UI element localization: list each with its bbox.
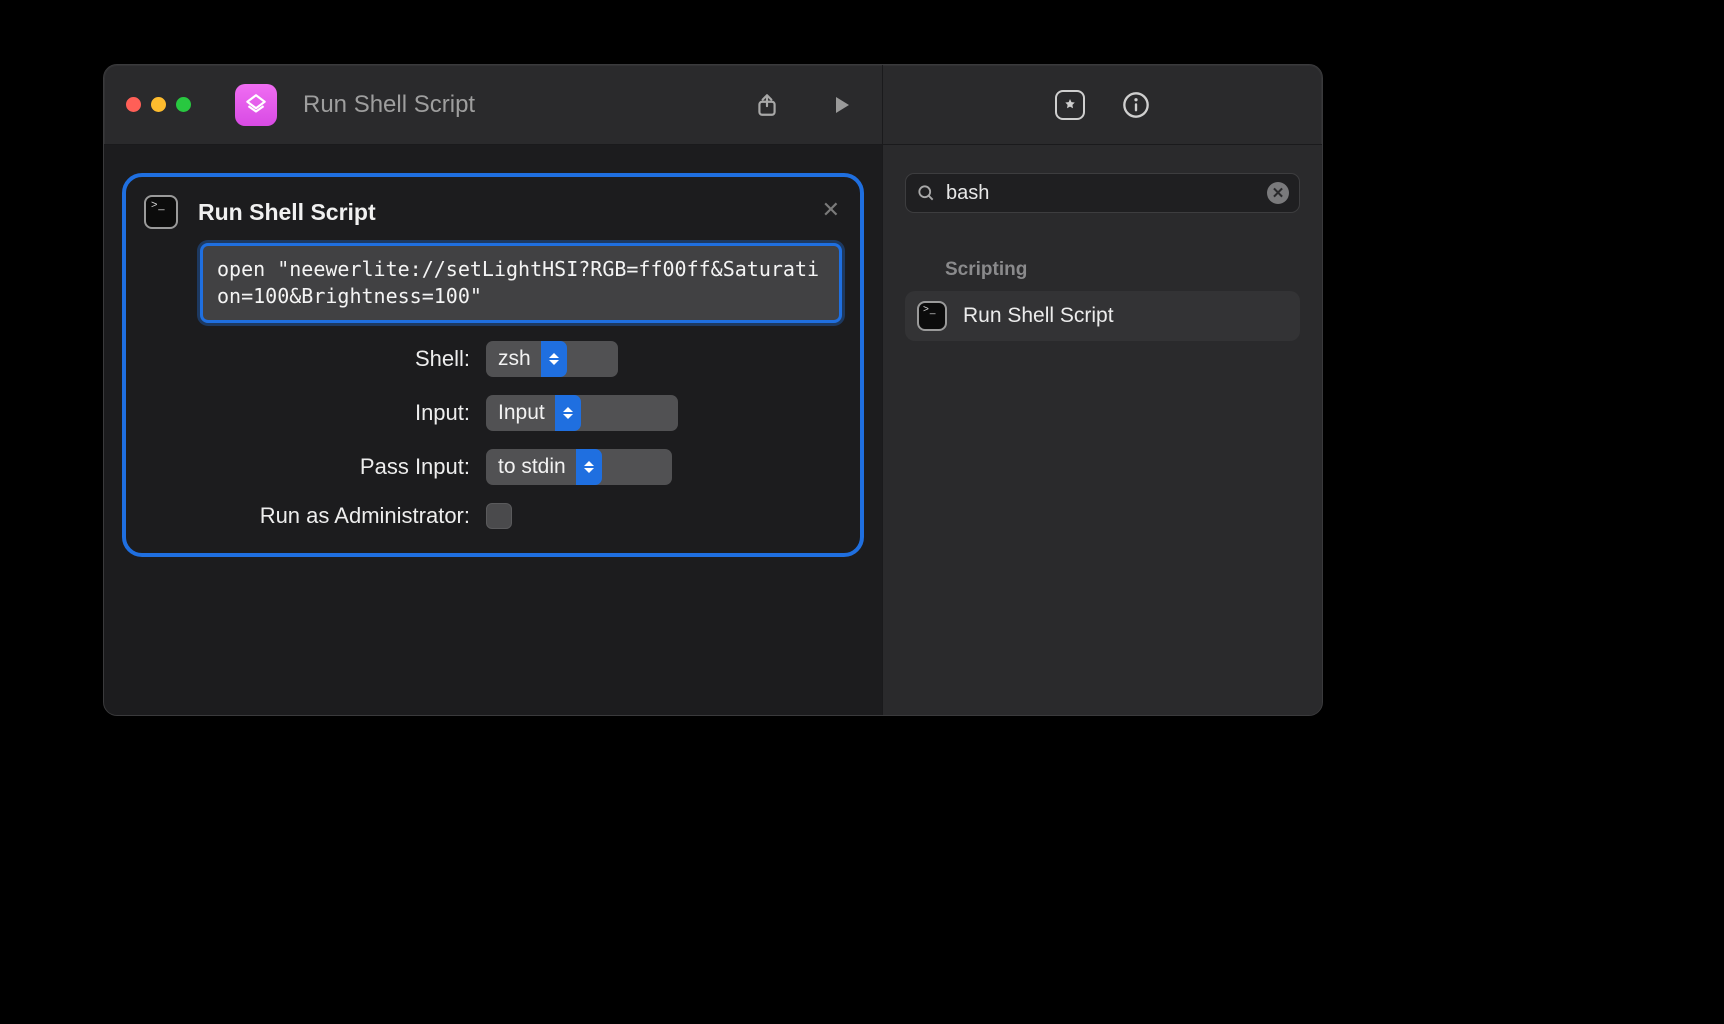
actions-library-sidebar: ✕ Scripting Run Shell Script [882, 145, 1322, 715]
run-shell-script-action[interactable]: Run Shell Script ✕ open "neewerlite://se… [122, 173, 864, 557]
run-button[interactable] [826, 90, 856, 120]
chevron-up-down-icon [541, 341, 567, 377]
terminal-icon [917, 301, 947, 331]
library-tab[interactable] [1053, 88, 1087, 122]
info-tab[interactable] [1119, 88, 1153, 122]
titlebar: Run Shell Script [104, 65, 1322, 145]
pass-input-select[interactable]: to stdin [486, 449, 672, 485]
titlebar-actions [752, 90, 882, 120]
library-results: Scripting Run Shell Script [905, 241, 1300, 341]
close-icon: ✕ [822, 197, 840, 222]
chevron-up-down-icon [555, 395, 581, 431]
action-options: Shell: zsh Input: Input [200, 341, 842, 529]
pass-input-value: to stdin [498, 455, 576, 479]
shortcuts-glyph-icon [243, 92, 269, 118]
run-as-admin-checkbox[interactable] [486, 503, 512, 529]
shell-label: Shell: [200, 346, 470, 372]
zoom-window-button[interactable] [176, 97, 191, 112]
traffic-lights [126, 97, 191, 112]
info-icon [1122, 91, 1150, 119]
action-header: Run Shell Script [144, 195, 842, 229]
titlebar-left: Run Shell Script [104, 84, 882, 126]
minimize-window-button[interactable] [151, 97, 166, 112]
run-as-admin-label: Run as Administrator: [200, 503, 470, 529]
library-list: Run Shell Script [905, 291, 1300, 341]
shortcuts-app-icon [235, 84, 277, 126]
shell-select[interactable]: zsh [486, 341, 618, 377]
library-section-title: Scripting [905, 259, 1300, 281]
input-select[interactable]: Input [486, 395, 678, 431]
script-textarea[interactable]: open "neewerlite://setLightHSI?RGB=ff00f… [200, 243, 842, 323]
chevron-up-down-icon [576, 449, 602, 485]
input-value: Input [498, 401, 555, 425]
library-item-label: Run Shell Script [963, 304, 1114, 328]
shortcuts-editor-window: Run Shell Script [103, 64, 1323, 716]
window-title: Run Shell Script [303, 91, 475, 119]
close-window-button[interactable] [126, 97, 141, 112]
remove-action-button[interactable]: ✕ [822, 199, 840, 221]
library-item-run-shell-script[interactable]: Run Shell Script [905, 291, 1300, 341]
search-field[interactable]: ✕ [905, 173, 1300, 213]
search-icon [916, 183, 936, 203]
share-icon [754, 92, 780, 118]
inspector-tabs [882, 65, 1322, 144]
input-label: Input: [200, 400, 470, 426]
share-button[interactable] [752, 90, 782, 120]
clear-search-button[interactable]: ✕ [1267, 182, 1289, 204]
close-icon: ✕ [1272, 184, 1285, 202]
search-input[interactable] [946, 182, 1257, 205]
play-icon [829, 93, 853, 117]
pass-input-label: Pass Input: [200, 454, 470, 480]
action-title: Run Shell Script [198, 199, 376, 226]
terminal-icon [144, 195, 178, 229]
library-icon [1055, 90, 1085, 120]
window-body: Run Shell Script ✕ open "neewerlite://se… [104, 145, 1322, 715]
workflow-canvas[interactable]: Run Shell Script ✕ open "neewerlite://se… [104, 145, 882, 715]
shell-value: zsh [498, 347, 541, 371]
